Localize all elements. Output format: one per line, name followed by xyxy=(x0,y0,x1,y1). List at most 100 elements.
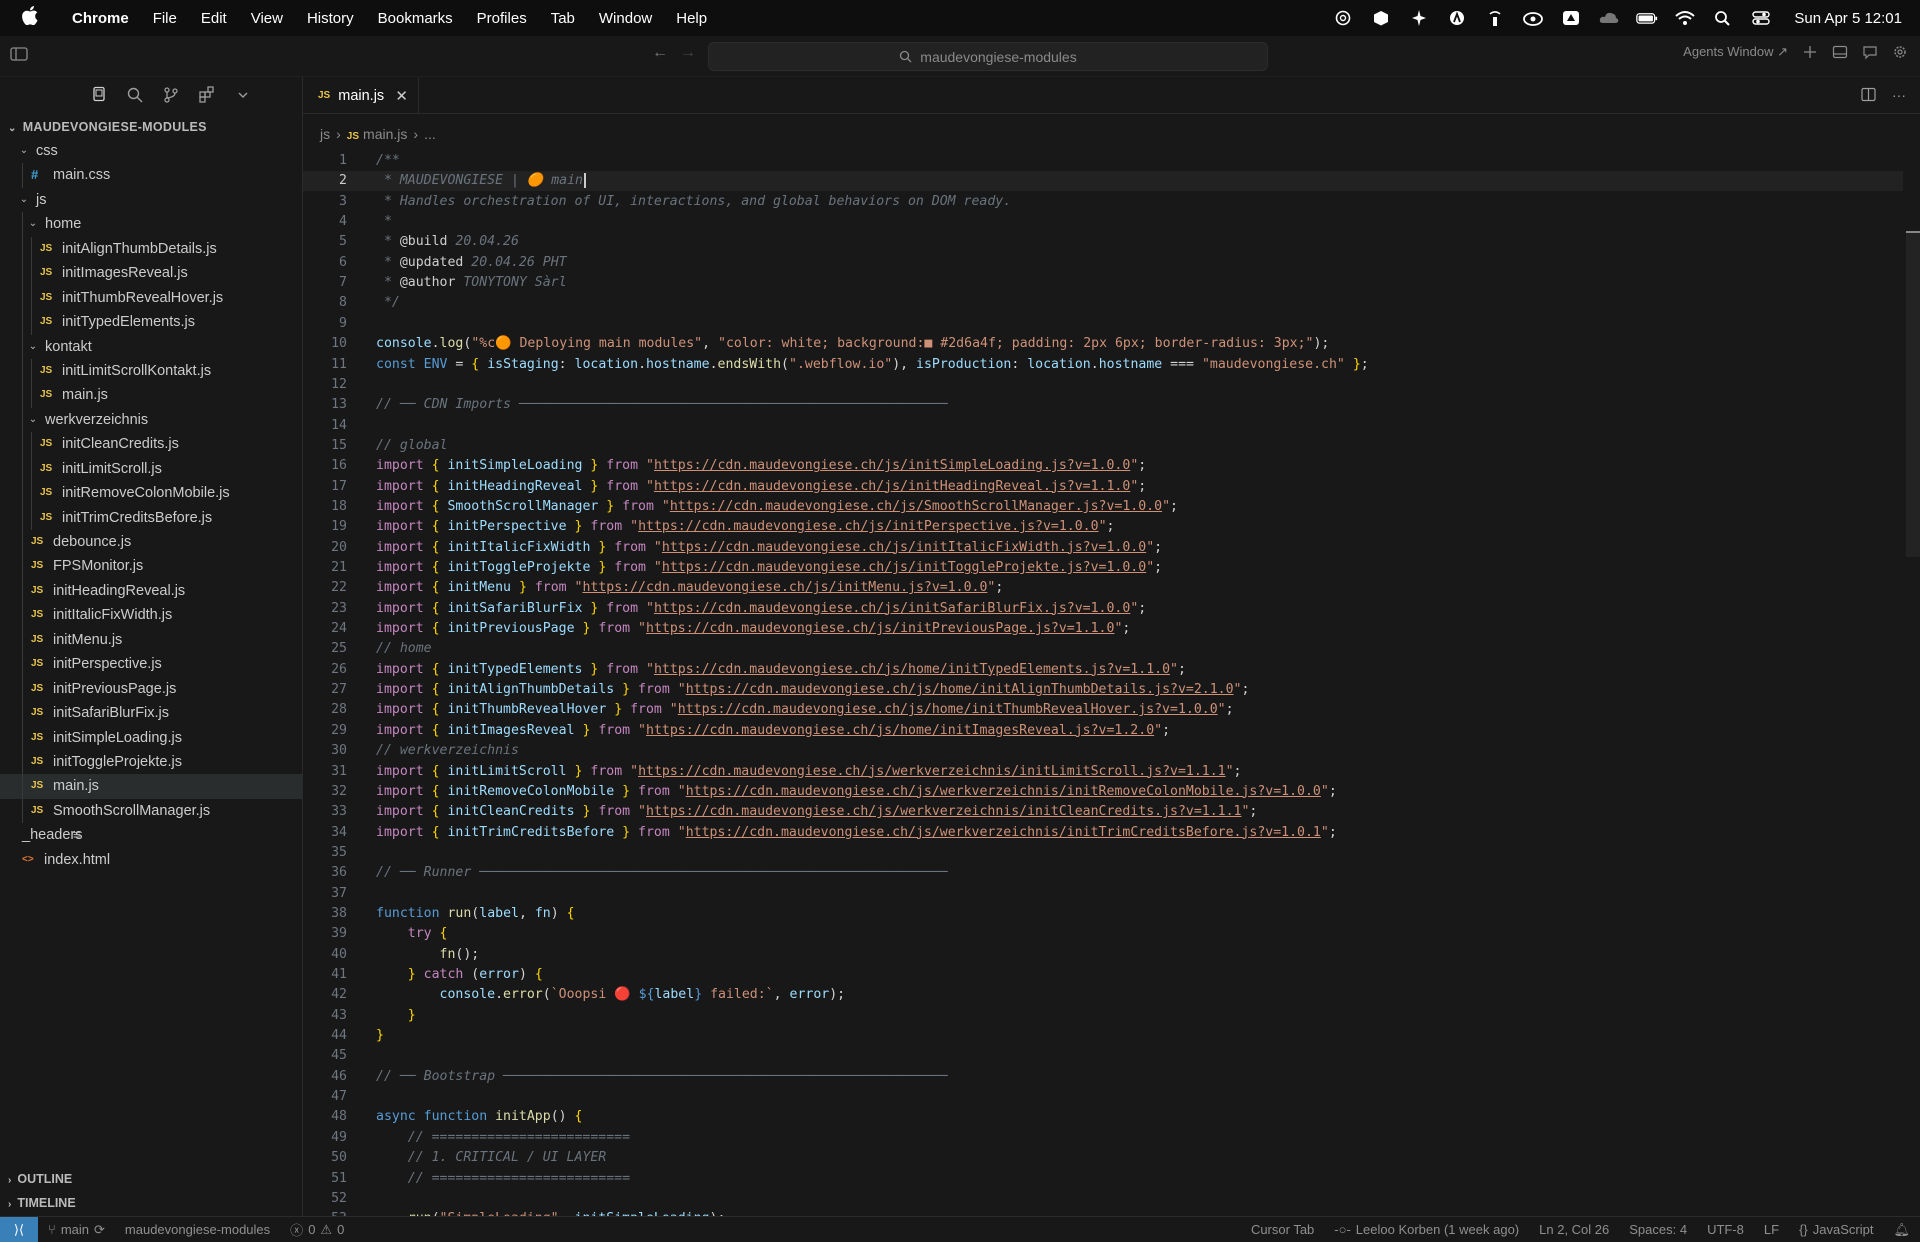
tree-file[interactable]: JS initRemoveColonMobile.js xyxy=(0,481,302,506)
encoding-status[interactable]: UTF-8 xyxy=(1697,1222,1754,1237)
tree-file[interactable]: JS initPreviousPage.js xyxy=(0,676,302,702)
creative-cloud-icon[interactable] xyxy=(1522,9,1544,27)
tree-file[interactable]: JS FPSMonitor.js xyxy=(0,554,302,579)
drive-icon[interactable] xyxy=(1560,9,1582,27)
notifications-bell-icon[interactable]: 🔔︎ xyxy=(1883,1222,1920,1238)
git-blame-status[interactable]: -○- Leeloo Korben (1 week ago) xyxy=(1324,1222,1529,1237)
outline-section[interactable]: › OUTLINE xyxy=(0,1167,310,1191)
code-token: " xyxy=(1146,560,1155,575)
extensions-icon[interactable] xyxy=(197,85,217,105)
breadcrumb-folder[interactable]: js xyxy=(320,126,330,142)
code-token: initRemoveColonMobile xyxy=(439,783,623,799)
language-mode[interactable]: {} JavaScript xyxy=(1789,1222,1883,1237)
problems-status[interactable]: ⓧ 0 ⚠ 0 xyxy=(280,1220,354,1239)
settings-gear-icon[interactable] xyxy=(1892,44,1908,60)
javascript-file-icon: JS xyxy=(31,682,44,694)
code-editor[interactable]: 1/** 2 * MAUDEVONGIESE | 🟠 main 3 * Handle… xyxy=(303,151,1920,1216)
box-icon[interactable] xyxy=(1370,9,1392,27)
editor-scrollbar[interactable] xyxy=(1906,231,1920,557)
chevron-down-icon[interactable] xyxy=(233,85,253,105)
tree-file[interactable]: JS initLimitScrollKontakt.js xyxy=(0,358,302,384)
menu-clock[interactable]: Sun Apr 5 12:01 xyxy=(1794,10,1902,27)
tree-file[interactable]: JS initHeadingReveal.js xyxy=(0,578,302,604)
close-icon[interactable]: ✕ xyxy=(395,87,408,105)
menu-window[interactable]: Window xyxy=(587,10,664,27)
code-token: ; xyxy=(1122,621,1131,637)
tree-file[interactable]: JS initCleanCredits.js xyxy=(0,432,302,457)
breadcrumb-symbol[interactable]: ... xyxy=(424,126,436,142)
agents-window-button[interactable]: Agents Window ↗ xyxy=(1683,44,1788,60)
tree-file[interactable]: JS initItalicFixWidth.js xyxy=(0,603,302,628)
breadcrumb-file[interactable]: main.js xyxy=(363,126,407,142)
tree-file[interactable]: JS initAlignThumbDetails.js xyxy=(0,236,302,262)
cloud-icon[interactable] xyxy=(1598,9,1620,27)
control-center-icon[interactable] xyxy=(1750,9,1772,27)
command-center-search[interactable]: maudevongiese-modules xyxy=(708,42,1268,71)
menu-profiles[interactable]: Profiles xyxy=(465,10,539,27)
tree-file[interactable]: JS initImagesReveal.js xyxy=(0,261,302,286)
cursor-position[interactable]: Ln 2, Col 26 xyxy=(1529,1222,1619,1237)
forward-arrow-icon[interactable]: → xyxy=(680,44,696,62)
arc-icon[interactable] xyxy=(1446,9,1468,27)
menu-view[interactable]: View xyxy=(239,10,295,27)
plus-icon[interactable] xyxy=(1802,44,1818,60)
cursor-tab-status[interactable]: Cursor Tab xyxy=(1241,1222,1324,1237)
menu-help[interactable]: Help xyxy=(664,10,719,27)
split-editor-icon[interactable] xyxy=(1861,87,1876,105)
search-icon[interactable] xyxy=(125,85,145,105)
tree-folder[interactable]: ⌄ kontakt xyxy=(0,334,302,359)
files-icon[interactable] xyxy=(89,85,109,105)
explorer-root-folder[interactable]: ⌄ MAUDEVONGIESE-MODULES xyxy=(0,115,302,139)
spotlight-icon[interactable] xyxy=(1712,9,1734,27)
source-control-icon[interactable] xyxy=(161,85,181,105)
eol-status[interactable]: LF xyxy=(1754,1222,1789,1237)
apple-icon[interactable] xyxy=(0,6,60,30)
menu-tab[interactable]: Tab xyxy=(539,10,587,27)
tree-folder[interactable]: ⌄ js xyxy=(0,188,302,212)
branch-status[interactable]: ⑂ main ⟳ xyxy=(38,1222,115,1238)
tree-file[interactable]: JS SmoothScrollManager.js xyxy=(0,798,302,824)
tree-file[interactable]: JS main.js xyxy=(0,383,302,408)
timeline-section[interactable]: › TIMELINE xyxy=(0,1191,310,1215)
tree-file[interactable]: # main.css xyxy=(0,163,302,188)
broadcast-icon[interactable] xyxy=(1484,9,1506,27)
tree-file[interactable]: JS initSimpleLoading.js xyxy=(0,725,302,750)
tree-file[interactable]: JS initToggleProjekte.js xyxy=(0,749,302,775)
tree-file[interactable]: JS initLimitScroll.js xyxy=(0,456,302,482)
tree-file[interactable]: ≡ _headers xyxy=(0,823,302,847)
line-number: 3 xyxy=(339,193,347,209)
tree-folder[interactable]: ⌄ werkverzeichnis xyxy=(0,407,302,433)
battery-icon[interactable] xyxy=(1636,9,1658,27)
tree-file[interactable]: JS initTrimCreditsBefore.js xyxy=(0,505,302,530)
toggle-sidebar-icon[interactable] xyxy=(10,46,30,64)
project-name[interactable]: maudevongiese-modules xyxy=(115,1222,280,1237)
tab-main-js[interactable]: JS main.js ✕ xyxy=(303,77,419,113)
chat-icon[interactable] xyxy=(1862,44,1878,60)
remote-indicator-icon[interactable]: ⟩⟨ xyxy=(0,1217,38,1242)
indentation-status[interactable]: Spaces: 4 xyxy=(1619,1222,1697,1237)
wifi-icon[interactable] xyxy=(1674,9,1696,27)
sparkle-icon[interactable] xyxy=(1408,9,1430,27)
tree-folder[interactable]: ⌄ css xyxy=(0,139,302,163)
openai-icon[interactable] xyxy=(1332,9,1354,27)
menu-file[interactable]: File xyxy=(141,10,189,27)
javascript-file-icon: JS xyxy=(31,804,44,816)
menu-history[interactable]: History xyxy=(295,10,366,27)
tree-file[interactable]: JS main.js xyxy=(0,774,302,799)
code-line: 39 try { xyxy=(303,924,1903,944)
tree-file[interactable]: JS debounce.js xyxy=(0,530,302,555)
menu-bookmarks[interactable]: Bookmarks xyxy=(366,10,465,27)
tree-file[interactable]: JS initPerspective.js xyxy=(0,652,302,677)
tree-folder[interactable]: ⌄ home xyxy=(0,212,302,237)
tree-file[interactable]: <> index.html xyxy=(0,848,302,872)
code-token: initPerspective xyxy=(439,519,575,535)
tree-file[interactable]: JS initSafariBlurFix.js xyxy=(0,701,302,726)
tree-file[interactable]: JS initThumbRevealHover.js xyxy=(0,285,302,311)
menu-chrome[interactable]: Chrome xyxy=(60,10,141,27)
back-arrow-icon[interactable]: ← xyxy=(652,44,668,62)
more-actions-icon[interactable]: ··· xyxy=(1892,87,1906,105)
tree-file[interactable]: JS initTypedElements.js xyxy=(0,310,302,335)
tree-file[interactable]: JS initMenu.js xyxy=(0,627,302,653)
menu-edit[interactable]: Edit xyxy=(189,10,239,27)
panel-layout-icon[interactable] xyxy=(1832,44,1848,60)
